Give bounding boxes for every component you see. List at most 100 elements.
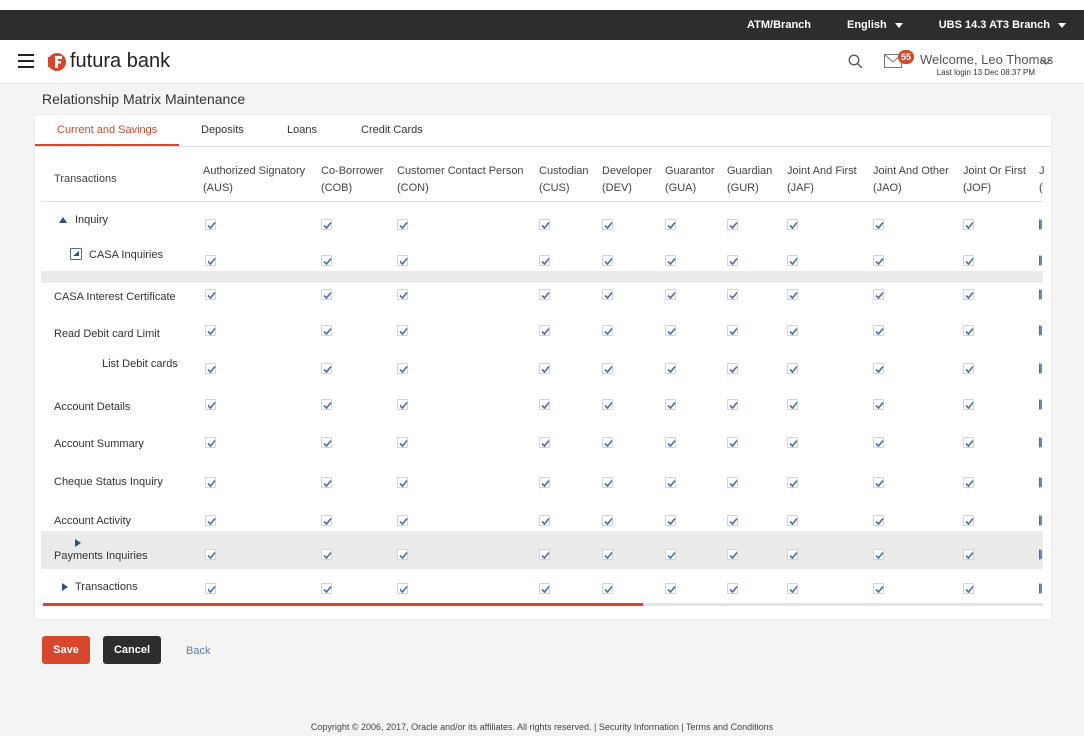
collapse-box-icon[interactable]: [70, 248, 82, 260]
permission-checkbox[interactable]: [873, 363, 884, 374]
permission-checkbox[interactable]: [539, 549, 550, 560]
permission-checkbox[interactable]: [727, 477, 738, 488]
permission-checkbox[interactable]: [727, 515, 738, 526]
chevron-down-icon[interactable]: [1040, 58, 1052, 66]
permission-checkbox[interactable]: [539, 255, 550, 266]
permission-checkbox[interactable]: [397, 325, 408, 336]
permission-checkbox[interactable]: [205, 477, 216, 488]
permission-checkbox[interactable]: [539, 399, 550, 410]
permission-checkbox[interactable]: [321, 583, 332, 594]
permission-checkbox[interactable]: [665, 363, 676, 374]
permission-checkbox[interactable]: [321, 219, 332, 230]
permission-checkbox[interactable]: [397, 289, 408, 300]
permission-checkbox[interactable]: [1039, 363, 1042, 374]
permission-checkbox[interactable]: [873, 583, 884, 594]
permission-checkbox[interactable]: [787, 583, 798, 594]
permission-checkbox[interactable]: [602, 219, 613, 230]
permission-checkbox[interactable]: [397, 255, 408, 266]
permission-checkbox[interactable]: [321, 399, 332, 410]
permission-checkbox[interactable]: [727, 583, 738, 594]
permission-checkbox[interactable]: [665, 515, 676, 526]
permission-checkbox[interactable]: [602, 255, 613, 266]
permission-checkbox[interactable]: [205, 363, 216, 374]
tab-credit-cards[interactable]: Credit Cards: [361, 124, 423, 136]
collapse-triangle-icon[interactable]: [59, 217, 67, 223]
permission-checkbox[interactable]: [665, 325, 676, 336]
permission-checkbox[interactable]: [963, 399, 974, 410]
permission-checkbox[interactable]: [787, 477, 798, 488]
permission-checkbox[interactable]: [321, 363, 332, 374]
permission-checkbox[interactable]: [665, 289, 676, 300]
permission-checkbox[interactable]: [665, 437, 676, 448]
tab-deposits[interactable]: Deposits: [201, 124, 244, 136]
permission-checkbox[interactable]: [397, 583, 408, 594]
permission-checkbox[interactable]: [963, 255, 974, 266]
permission-checkbox[interactable]: [1039, 437, 1042, 448]
permission-checkbox[interactable]: [397, 515, 408, 526]
permission-checkbox[interactable]: [873, 549, 884, 560]
bank-logo[interactable]: futura bank: [46, 50, 170, 73]
permission-checkbox[interactable]: [727, 219, 738, 230]
hamburger-menu-icon[interactable]: [18, 54, 34, 68]
atm-branch-link[interactable]: ATM/Branch: [747, 19, 811, 31]
permission-checkbox[interactable]: [665, 477, 676, 488]
permission-checkbox[interactable]: [205, 549, 216, 560]
permission-checkbox[interactable]: [205, 515, 216, 526]
permission-checkbox[interactable]: [539, 437, 550, 448]
permission-checkbox[interactable]: [665, 219, 676, 230]
permission-checkbox[interactable]: [1039, 289, 1042, 300]
permission-checkbox[interactable]: [787, 255, 798, 266]
permission-checkbox[interactable]: [1039, 399, 1042, 410]
permission-checkbox[interactable]: [205, 325, 216, 336]
permission-checkbox[interactable]: [787, 325, 798, 336]
permission-checkbox[interactable]: [787, 289, 798, 300]
permission-checkbox[interactable]: [873, 399, 884, 410]
permission-checkbox[interactable]: [321, 477, 332, 488]
permission-checkbox[interactable]: [727, 255, 738, 266]
permission-checkbox[interactable]: [665, 399, 676, 410]
permission-checkbox[interactable]: [963, 363, 974, 374]
permission-checkbox[interactable]: [1039, 549, 1042, 560]
save-button[interactable]: Save: [42, 636, 90, 664]
permission-checkbox[interactable]: [1039, 325, 1042, 336]
permission-checkbox[interactable]: [727, 549, 738, 560]
permission-checkbox[interactable]: [205, 583, 216, 594]
tab-current-and-savings[interactable]: Current and Savings: [57, 124, 157, 136]
permission-checkbox[interactable]: [873, 437, 884, 448]
permission-checkbox[interactable]: [1039, 477, 1042, 488]
cancel-button[interactable]: Cancel: [103, 636, 161, 664]
permission-checkbox[interactable]: [727, 437, 738, 448]
permission-checkbox[interactable]: [321, 325, 332, 336]
permission-checkbox[interactable]: [727, 363, 738, 374]
permission-checkbox[interactable]: [539, 289, 550, 300]
permission-checkbox[interactable]: [963, 583, 974, 594]
permission-checkbox[interactable]: [787, 363, 798, 374]
permission-checkbox[interactable]: [602, 477, 613, 488]
permission-checkbox[interactable]: [665, 549, 676, 560]
permission-checkbox[interactable]: [873, 289, 884, 300]
permission-checkbox[interactable]: [963, 289, 974, 300]
permission-checkbox[interactable]: [602, 437, 613, 448]
permission-checkbox[interactable]: [321, 289, 332, 300]
permission-checkbox[interactable]: [539, 325, 550, 336]
permission-checkbox[interactable]: [602, 363, 613, 374]
permission-checkbox[interactable]: [602, 325, 613, 336]
permission-checkbox[interactable]: [205, 399, 216, 410]
back-link[interactable]: Back: [186, 645, 210, 657]
permission-checkbox[interactable]: [665, 255, 676, 266]
permission-checkbox[interactable]: [963, 515, 974, 526]
permission-checkbox[interactable]: [1039, 515, 1042, 526]
permission-checkbox[interactable]: [787, 399, 798, 410]
permission-checkbox[interactable]: [873, 219, 884, 230]
expand-triangle-icon[interactable]: [75, 539, 81, 547]
permission-checkbox[interactable]: [787, 515, 798, 526]
permission-checkbox[interactable]: [602, 549, 613, 560]
permission-checkbox[interactable]: [602, 399, 613, 410]
permission-checkbox[interactable]: [205, 219, 216, 230]
permission-checkbox[interactable]: [205, 437, 216, 448]
notification-badge[interactable]: 55: [898, 50, 914, 64]
horizontal-scrollbar-thumb[interactable]: [43, 603, 643, 606]
permission-checkbox[interactable]: [397, 437, 408, 448]
permission-checkbox[interactable]: [1039, 219, 1042, 230]
permission-checkbox[interactable]: [963, 477, 974, 488]
